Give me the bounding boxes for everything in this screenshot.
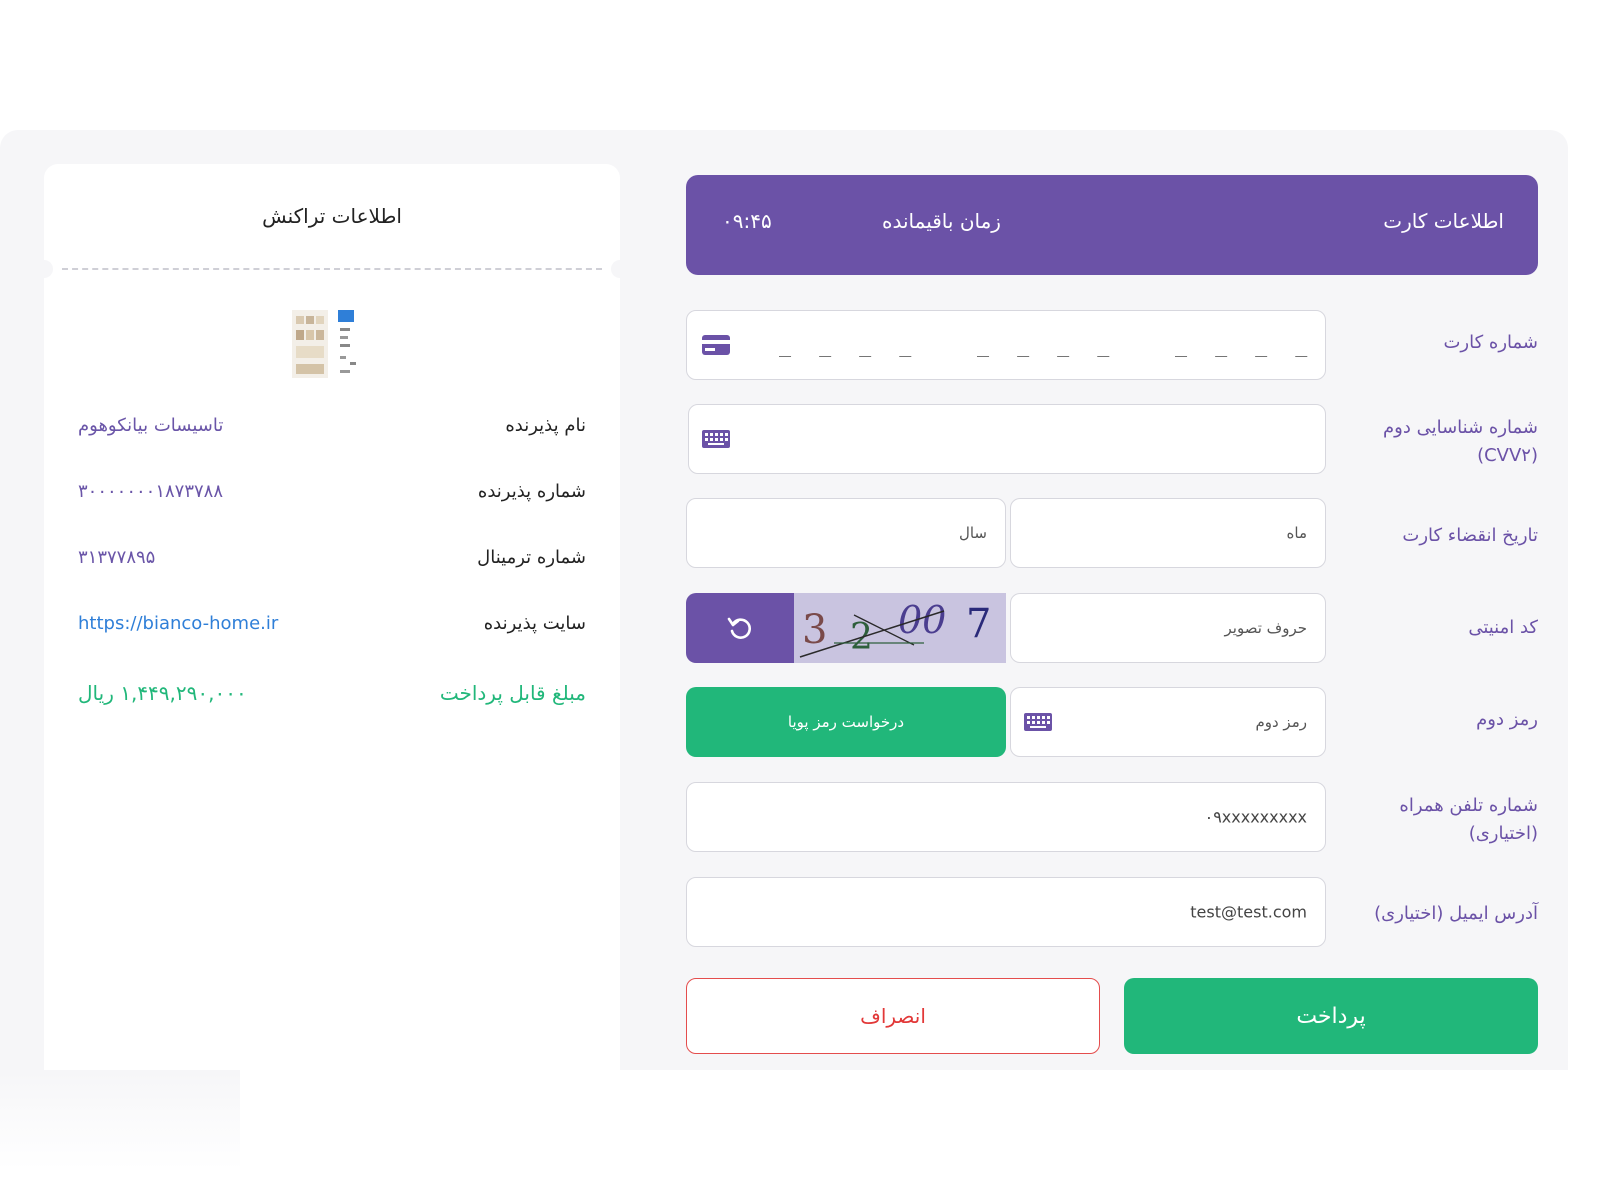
second-pin-label: رمز دوم xyxy=(1476,709,1538,730)
card-info-header: اطلاعات کارت زمان باقیمانده ۰۹:۴۵ xyxy=(686,175,1538,275)
merchant-site-label: سایت پذیرنده xyxy=(483,612,586,634)
cvv2-label-line1: شماره شناسایی دوم xyxy=(1383,417,1538,438)
merchant-number-row: ۳۰۰۰۰۰۰۰۱۸۷۳۷۸۸ شماره پذیرنده xyxy=(78,476,586,506)
captcha-refresh-button[interactable] xyxy=(686,593,794,663)
captcha-placeholder: حروف تصویر xyxy=(1224,619,1308,637)
ticket-notch-right xyxy=(611,260,629,278)
cvv2-label: شماره شناسایی دوم (CVV۲) xyxy=(1338,414,1538,470)
card-number-input[interactable]: _ _ _ _ _ _ _ _ _ _ _ _ xyxy=(686,310,1326,380)
expiry-label: تاریخ انقضاء کارت xyxy=(1402,525,1538,546)
svg-text:00: 00 xyxy=(898,598,946,642)
cvv2-input[interactable] xyxy=(688,404,1326,474)
expiry-month-placeholder: ماه xyxy=(1286,524,1307,542)
merchant-number-label: شماره پذیرنده xyxy=(477,480,586,502)
payable-amount-row: ۱,۴۴۹,۲۹۰,۰۰۰ ریال مبلغ قابل پرداخت xyxy=(78,678,586,708)
dashed-divider xyxy=(62,268,602,270)
keyboard-icon[interactable] xyxy=(701,429,731,449)
merchant-site-row: https://bianco-home.ir سایت پذیرنده xyxy=(78,608,586,638)
captcha-input[interactable]: حروف تصویر xyxy=(1010,593,1326,663)
email-value: test@test.com xyxy=(1190,902,1307,922)
card-number-label: شماره کارت xyxy=(1443,332,1538,353)
merchant-number-value: ۳۰۰۰۰۰۰۰۱۸۷۳۷۸۸ xyxy=(78,480,224,502)
phone-label: شماره تلفن همراه (اختیاری) xyxy=(1338,792,1538,848)
keyboard-icon[interactable] xyxy=(1023,712,1053,732)
pay-button[interactable]: پرداخت xyxy=(1124,978,1538,1054)
payable-amount-label: مبلغ قابل پرداخت xyxy=(439,681,586,705)
expiry-year-input[interactable]: سال xyxy=(686,498,1006,568)
second-pin-input[interactable]: رمز دوم xyxy=(1010,687,1326,757)
terminal-number-value: ۳۱۳۷۷۸۹۵ xyxy=(78,546,156,568)
cancel-button[interactable]: انصراف xyxy=(686,978,1100,1054)
email-label: آدرس ایمیل (اختیاری) xyxy=(1374,903,1538,924)
panel-fade xyxy=(0,1070,240,1170)
email-input[interactable]: test@test.com xyxy=(686,877,1326,947)
captcha-image: 3 2 00 7 xyxy=(794,593,1006,663)
card-number-group-1: _ _ _ _ xyxy=(779,333,920,357)
request-dynamic-pin-button[interactable]: درخواست رمز پویا xyxy=(686,687,1006,757)
card-number-group-3: _ _ _ _ xyxy=(1175,333,1316,357)
refresh-icon xyxy=(727,617,751,639)
terminal-number-label: شماره ترمینال xyxy=(477,546,586,568)
card-number-group-2: _ _ _ _ xyxy=(977,333,1118,357)
ticket-notch-left xyxy=(35,260,53,278)
merchant-name-value: تاسیسات بیانکوهوم xyxy=(78,414,224,436)
merchant-name-label: نام پذیرنده xyxy=(505,414,586,436)
merchant-site-link[interactable]: https://bianco-home.ir xyxy=(78,613,278,634)
remaining-time-value: ۰۹:۴۵ xyxy=(722,209,772,233)
phone-label-line2: (اختیاری) xyxy=(1468,823,1538,844)
phone-value: ۰۹xxxxxxxxx xyxy=(1204,807,1307,827)
second-pin-placeholder: رمز دوم xyxy=(1255,713,1307,731)
card-info-title: اطلاعات کارت xyxy=(1383,209,1504,233)
svg-text:3: 3 xyxy=(802,607,827,653)
expiry-year-placeholder: سال xyxy=(958,524,987,542)
expiry-month-input[interactable]: ماه xyxy=(1010,498,1326,568)
merchant-logo xyxy=(292,310,356,378)
captcha-label: کد امنیتی xyxy=(1468,617,1538,638)
credit-card-icon xyxy=(702,335,730,355)
terminal-number-row: ۳۱۳۷۷۸۹۵ شماره ترمینال xyxy=(78,542,586,572)
merchant-name-row: تاسیسات بیانکوهوم نام پذیرنده xyxy=(78,410,586,440)
transaction-title: اطلاعات تراکنش xyxy=(262,204,402,228)
svg-text:7: 7 xyxy=(966,601,991,647)
transaction-card: اطلاعات تراکنش تاسیسات بیانکوهوم نام پذی… xyxy=(35,164,629,1070)
payable-amount-value: ۱,۴۴۹,۲۹۰,۰۰۰ ریال xyxy=(78,681,247,705)
cvv2-label-line2: (CVV۲) xyxy=(1477,445,1538,466)
captcha-graphic: 3 2 00 7 xyxy=(799,598,991,658)
remaining-time-label: زمان باقیمانده xyxy=(882,209,1001,233)
phone-input[interactable]: ۰۹xxxxxxxxx xyxy=(686,782,1326,852)
phone-label-line1: شماره تلفن همراه xyxy=(1399,795,1538,816)
